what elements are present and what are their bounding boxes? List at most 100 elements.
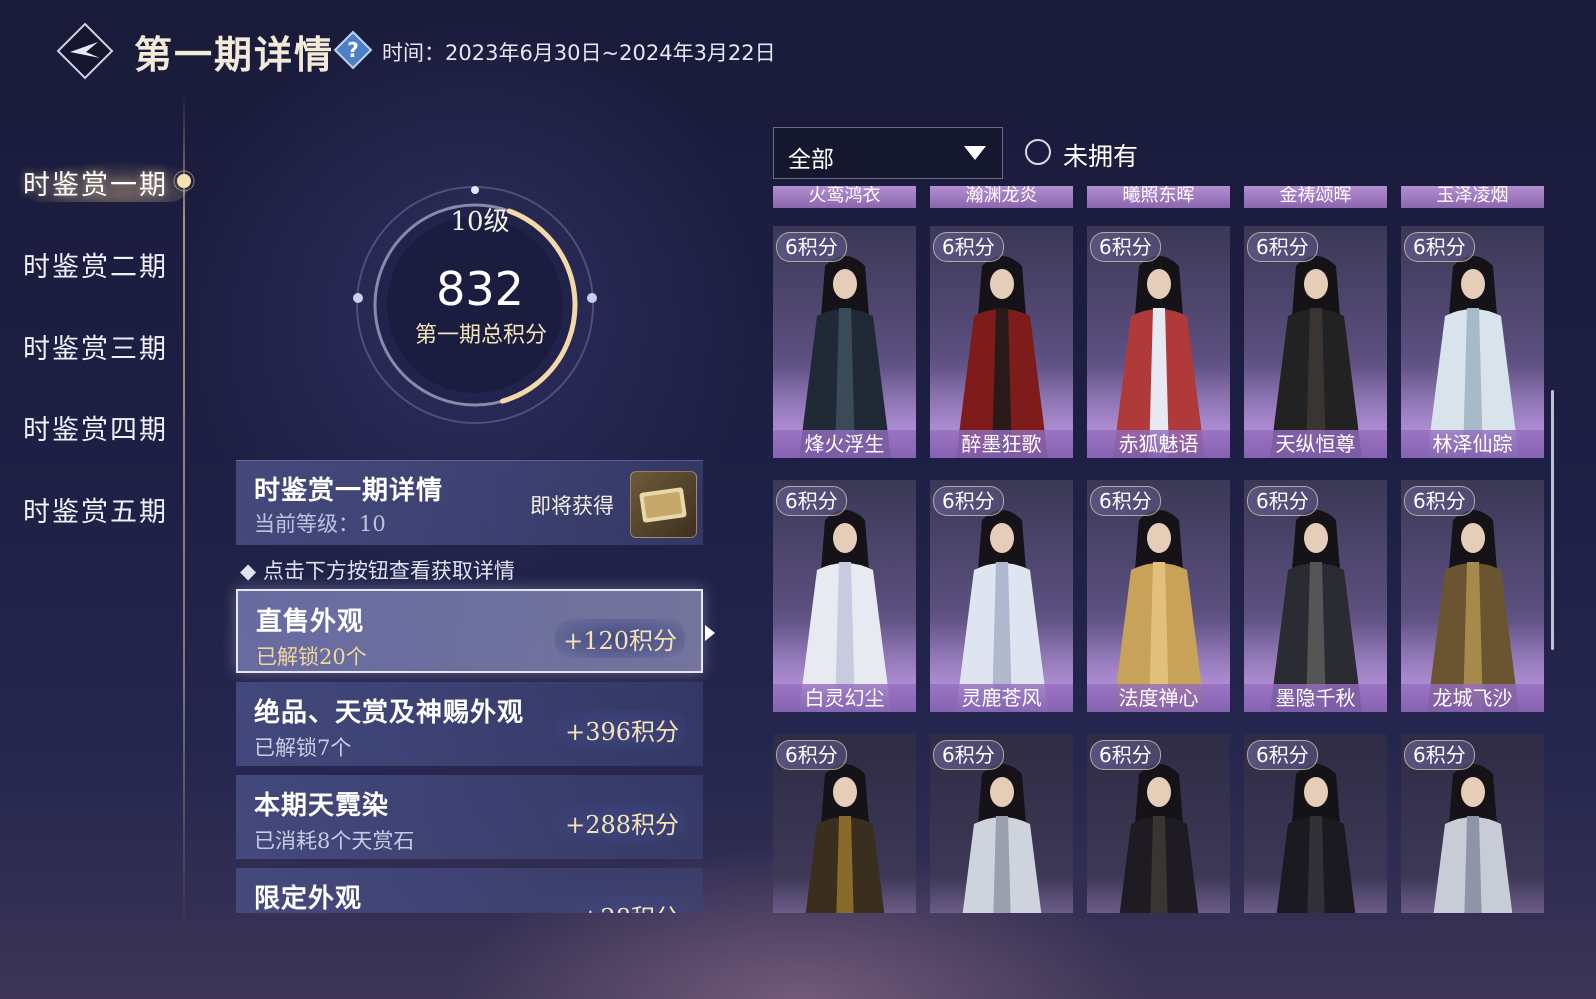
category-sub: 已解锁7个 [254,736,352,760]
costume-card[interactable]: 6积分醉墨狂歌 [930,226,1073,458]
costume-card[interactable]: 6积分天纵恒尊 [1244,226,1387,458]
points-badge: 6积分 [1404,486,1475,516]
points-badge: 6积分 [1090,740,1161,770]
not-owned-label: 未拥有 [1063,142,1139,171]
character-figure [1113,510,1205,712]
character-figure [799,256,891,458]
costume-name: 赤狐魅语 [1087,430,1230,458]
character-figure [1427,510,1519,712]
points-badge: 6积分 [776,740,847,770]
points-badge: 6积分 [1247,486,1318,516]
question-diamond-icon[interactable]: ? [333,30,373,70]
category-sub: 已消耗8个天赏石 [254,829,415,853]
costume-name: 白灵幻尘 [773,684,916,712]
costume-card[interactable]: 6积分烽火浮生 [773,226,916,458]
total-score: 832 [436,262,524,316]
current-level: 当前等级：10 [254,512,386,536]
costume-card[interactable]: 6积分 墨隐千秋 [1244,480,1387,712]
category-dye[interactable]: 本期天霓染 已消耗8个天赏石 +288积分 [236,775,703,859]
costume-name: 灵鹿苍风 [930,684,1073,712]
costume-card[interactable]: 6积分林泽仙踪 [1401,226,1544,458]
page-title: 第一期详情 [134,32,335,77]
category-points: +396积分 [557,710,687,749]
points-badge: 6积分 [933,740,1004,770]
not-owned-radio[interactable] [1025,139,1051,165]
total-score-label: 第一期总积分 [414,323,547,348]
category-dropdown[interactable]: 全部 [773,127,1003,179]
category-points: +28积分 [572,896,687,913]
dropdown-value: 全部 [788,147,834,173]
category-points: +120积分 [555,619,685,658]
sidebar-item-period-4[interactable]: 时鉴赏四期 [23,408,168,447]
costume-name: 法度禅心 [1087,684,1230,712]
points-badge: 6积分 [1404,740,1475,770]
points-badge: 6积分 [933,232,1004,262]
category-name: 绝品、天赏及神赐外观 [254,698,525,728]
costume-card[interactable]: 6积分灵鹿苍风 [930,480,1073,712]
costume-name-strip[interactable]: 瀚渊龙炎 [930,186,1073,208]
character-figure [1270,256,1362,458]
svg-text:?: ? [347,38,359,62]
sidebar-item-period-1[interactable]: 时鉴赏一期 [23,163,168,202]
points-badge: 6积分 [1247,232,1318,262]
character-figure [956,256,1048,458]
character-figure [1433,764,1513,913]
points-badge: 6积分 [1404,232,1475,262]
character-figure [1427,256,1519,458]
costume-card[interactable]: 6积分 [773,734,916,913]
category-name: 限定外观 [254,884,363,913]
costume-card[interactable]: 6积分 [1244,734,1387,913]
points-badge: 6积分 [1247,740,1318,770]
costume-name-strip[interactable]: 火鸾鸿衣 [773,186,916,208]
costume-card[interactable]: 6积分白灵幻尘 [773,480,916,712]
costume-card[interactable]: 6积分赤狐魅语 [1087,226,1230,458]
costume-grid: 火鸾鸿衣 瀚渊龙炎 曦照东晖 金祷颂晖 玉泽凌烟 6积分 烽火浮生 6积分 醉墨狂歌 6… [773,186,1547,913]
category-limited[interactable]: 限定外观 +28积分 [236,868,703,913]
sidebar-divider [183,95,185,935]
character-figure [962,764,1042,913]
costume-card[interactable]: 6积分法度禅心 [1087,480,1230,712]
points-badge: 6积分 [776,232,847,262]
character-figure [799,510,891,712]
costume-name-strip[interactable]: 玉泽凌烟 [1401,186,1544,208]
character-figure [1276,764,1356,913]
character-figure [956,510,1048,712]
costume-card[interactable]: 6积分 [1087,734,1230,913]
grid-scrollbar[interactable] [1551,390,1554,650]
back-button[interactable] [56,22,114,80]
chevron-down-icon [964,146,986,160]
points-badge: 6积分 [776,486,847,516]
sidebar-item-period-5[interactable]: 时鉴赏五期 [23,490,168,529]
category-sub: 已解锁20个 [256,645,367,669]
points-badge: 6积分 [1090,486,1161,516]
selected-arrow-icon [705,625,715,641]
reward-icon[interactable] [630,471,697,538]
costume-card[interactable]: 6积分龙城飞沙 [1401,480,1544,712]
costume-name: 林泽仙踪 [1401,430,1544,458]
category-points: +288积分 [557,803,687,842]
points-badge: 6积分 [933,486,1004,516]
sidebar-item-period-2[interactable]: 时鉴赏二期 [23,245,168,284]
character-figure [805,764,885,913]
points-badge: 6积分 [1090,232,1161,262]
upcoming-reward-label: 即将获得 [530,494,614,518]
costume-card[interactable]: 6积分 [930,734,1073,913]
costume-card[interactable]: 6积分 [1401,734,1544,913]
category-name: 本期天霓染 [254,791,390,821]
costume-name-strip[interactable]: 金祷颂晖 [1244,186,1387,208]
category-name: 直售外观 [256,607,365,637]
category-premium[interactable]: 绝品、天赏及神赐外观 已解锁7个 +396积分 [236,682,703,766]
costume-name-strip[interactable]: 曦照东晖 [1087,186,1230,208]
costume-name: 天纵恒尊 [1244,430,1387,458]
character-figure [1270,510,1362,712]
costume-name: 醉墨狂歌 [930,430,1073,458]
active-marker-icon [173,170,195,192]
sidebar-item-period-3[interactable]: 时鉴赏三期 [23,327,168,366]
costume-name: 烽火浮生 [773,430,916,458]
category-limited-clip: 限定外观 +28积分 [236,868,703,913]
level-text: 10级 [450,207,510,237]
hint-text: ◆ 点击下方按钮查看获取详情 [240,559,515,583]
costume-name: 龙城飞沙 [1401,684,1544,712]
category-direct-sale[interactable]: 直售外观 已解锁20个 +120积分 [236,589,715,673]
info-title: 时鉴赏一期详情 [254,476,444,506]
